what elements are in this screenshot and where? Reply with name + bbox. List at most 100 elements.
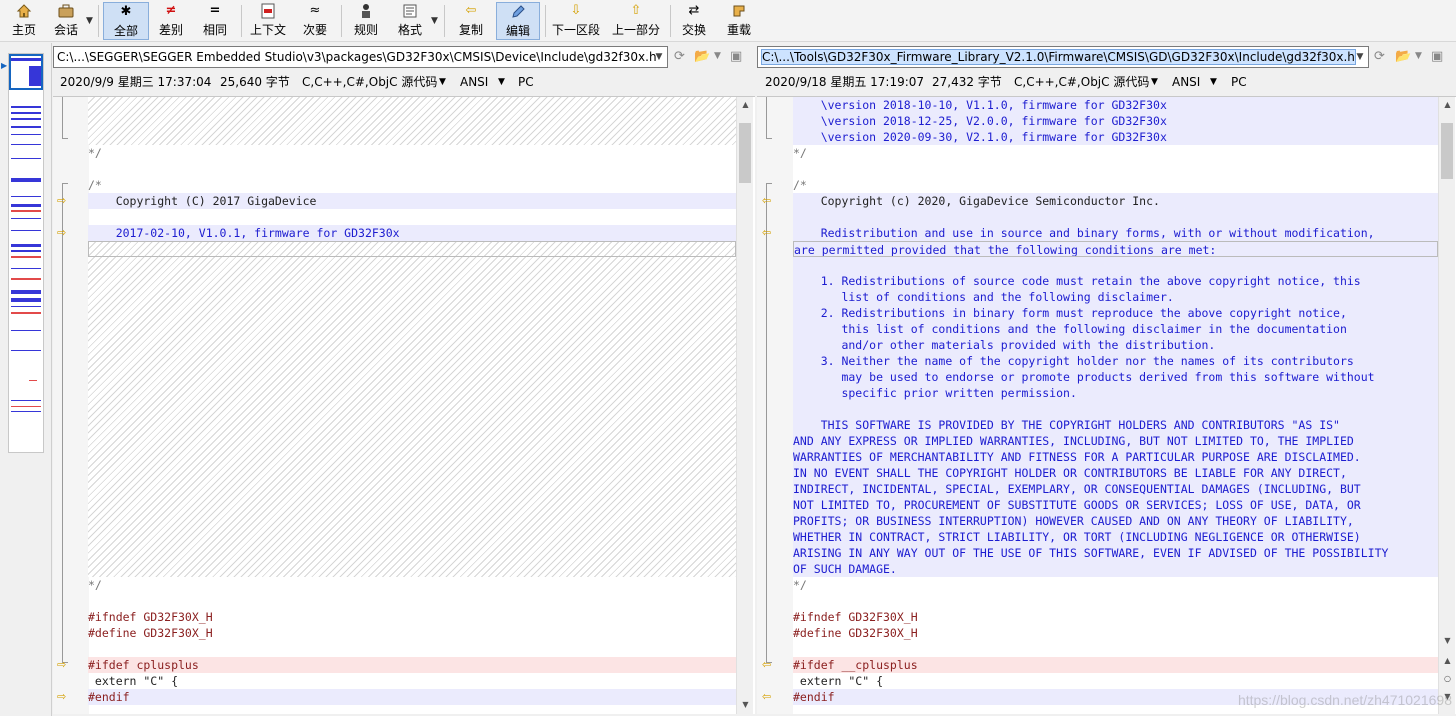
scroll-thumb[interactable] [739,123,751,183]
file-format[interactable]: C,C++,C#,ObjC 源代码 [1014,71,1149,93]
code-line: \version 2018-10-10, V1.1.0, firmware fo… [793,97,1438,113]
context-button[interactable]: 上下文 [246,2,290,40]
scroll-prev-page-icon[interactable]: ▲ [1439,653,1456,669]
overview-map[interactable]: ▶ [0,43,52,716]
file-encoding[interactable]: ANSI [460,71,488,93]
session-button[interactable]: 会话 [48,2,84,40]
copy-right-arrow-icon[interactable]: ⇨ [57,691,71,703]
rules-button[interactable]: 规则 [346,2,386,40]
left-vertical-scrollbar[interactable]: ▲ ▼ [736,97,753,714]
chevron-down-icon[interactable]: ▼ [1352,47,1368,67]
overview-diff-line [11,210,41,212]
copy-right-arrow-icon[interactable]: ⇨ [57,195,71,207]
chevron-down-icon[interactable]: ▼ [1210,71,1217,93]
overview-diff-line [11,290,41,294]
code-line: #ifdef __cplusplus [793,657,1438,673]
save-icon[interactable]: ▣ [730,49,742,64]
code-line: and/or other materials provided with the… [793,337,1438,353]
chevron-down-icon[interactable]: ▼ [439,71,446,93]
save-icon[interactable]: ▣ [1431,49,1443,64]
show-all-button[interactable]: ✱ 全部 [103,2,149,40]
copy-left-arrow-icon[interactable]: ⇦ [762,691,776,703]
code-line: THIS SOFTWARE IS PROVIDED BY THE COPYRIG… [793,417,1438,433]
overview-diff-line [29,380,37,381]
right-code-view[interactable]: \version 2018-10-10, V1.1.0, firmware fo… [757,96,1456,714]
chevron-down-icon[interactable]: ▼ [498,71,505,93]
copy-left-arrow-icon[interactable]: ⇦ [762,659,776,671]
scroll-down-icon[interactable]: ▼ [1439,633,1456,649]
session-dropdown-icon[interactable]: ▼ [86,16,93,26]
code-line: #define GD32F30X_H [88,626,213,640]
copy-right-arrow-icon[interactable]: ⇨ [57,227,71,239]
arrow-left-icon: ⇦ [465,3,477,18]
pencil-icon [509,3,527,21]
code-line: WARRANTIES OF MERCHANTABILITY AND FITNES… [793,449,1438,465]
next-section-button[interactable]: ⇩ 下一区段 [550,2,602,40]
refresh-icon[interactable]: ⟳ [1374,49,1385,64]
right-gutter [757,97,793,714]
folder-open-icon[interactable]: 📂 [694,49,710,64]
code-line: Copyright (c) 2020, GigaDevice Semicondu… [793,193,1438,209]
briefcase-icon [57,2,75,20]
file-format[interactable]: C,C++,C#,ObjC 源代码 [302,71,437,93]
scroll-thumb[interactable] [1441,123,1453,179]
toolbar-separator [545,5,546,37]
reload-button[interactable]: 重载 [720,2,758,40]
scroll-up-icon[interactable]: ▲ [737,97,754,113]
left-file-info: 2020/9/9 星期三 17:37:04 25,640 字节 C,C++,C#… [53,71,755,93]
code-line: \version 2020-09-30, V2.1.0, firmware fo… [793,129,1438,145]
code-line: #define GD32F30X_H [793,626,918,640]
blank-line-block [88,257,736,577]
toolbar-separator [341,5,342,37]
swap-button[interactable]: ⇄ 交换 [676,2,712,40]
left-pane: C:\...\SEGGER\SEGGER Embedded Studio\v3\… [53,43,755,716]
file-line-ending[interactable]: PC [518,71,534,93]
code-line: PROFITS; OR BUSINESS INTERRUPTION) HOWEV… [793,513,1438,529]
refresh-icon[interactable]: ⟳ [674,49,685,64]
left-code-view[interactable]: */ /* Copyright (C) 2017 GigaDevice 2017… [53,96,755,714]
code-line: /* [793,178,807,192]
copy-left-arrow-icon[interactable]: ⇦ [762,195,776,207]
right-path-input[interactable]: C:\...\Tools\GD32F30x_Firmware_Library_V… [757,46,1369,68]
chevron-down-icon[interactable]: ▼ [1151,71,1158,93]
code-line: may be used to endorse or promote produc… [793,369,1438,385]
code-line: */ [88,146,102,160]
overview-diff-line [11,306,41,307]
folder-open-icon[interactable]: 📂 [1395,49,1411,64]
edit-button[interactable]: 编辑 [496,2,540,40]
reload-icon [730,2,748,20]
left-path-input[interactable]: C:\...\SEGGER\SEGGER Embedded Studio\v3\… [53,46,668,68]
copy-right-arrow-icon[interactable]: ⇨ [57,659,71,671]
code-line: are permitted provided that the followin… [793,241,1438,257]
file-encoding[interactable]: ANSI [1172,71,1200,93]
minor-button[interactable]: ≈ 次要 [296,2,334,40]
format-dropdown-icon[interactable]: ▼ [431,16,438,26]
overview-diff-line [11,106,41,108]
prev-section-button[interactable]: ⇧ 上一部分 [610,2,662,40]
chevron-down-icon[interactable]: ▼ [714,51,721,61]
scroll-center-icon[interactable]: ○ [1439,671,1456,687]
overview-diff-line [11,134,41,135]
scroll-up-icon[interactable]: ▲ [1439,97,1456,113]
copy-left-arrow-icon[interactable]: ⇦ [762,227,776,239]
copy-button[interactable]: ⇦ 复制 [452,2,490,40]
code-line: \version 2018-12-25, V2.0.0, firmware fo… [793,113,1438,129]
referee-icon [357,2,375,20]
overview-diff-line [11,268,41,269]
overview-diff-line [11,298,41,302]
overview-diff-line [11,411,41,412]
code-line: ARISING IN ANY WAY OUT OF THE USE OF THI… [793,545,1438,561]
chevron-down-icon[interactable]: ▼ [1415,51,1422,61]
show-diffs-button[interactable]: ≠ 差别 [152,2,190,40]
chevron-down-icon[interactable]: ▼ [651,47,667,67]
format-button[interactable]: 格式 [392,2,428,40]
overview-diff-line [11,158,41,159]
show-same-button[interactable]: = 相同 [196,2,234,40]
home-button[interactable]: 主页 [4,2,44,40]
scroll-down-icon[interactable]: ▼ [737,697,754,713]
toolbar-separator [241,5,242,37]
right-vertical-scrollbar[interactable]: ▲ ▼ ▲ ○ ▼ [1438,97,1455,714]
overview-thumbnail[interactable] [8,53,44,453]
overview-diff-line [11,256,41,258]
file-line-ending[interactable]: PC [1231,71,1247,93]
